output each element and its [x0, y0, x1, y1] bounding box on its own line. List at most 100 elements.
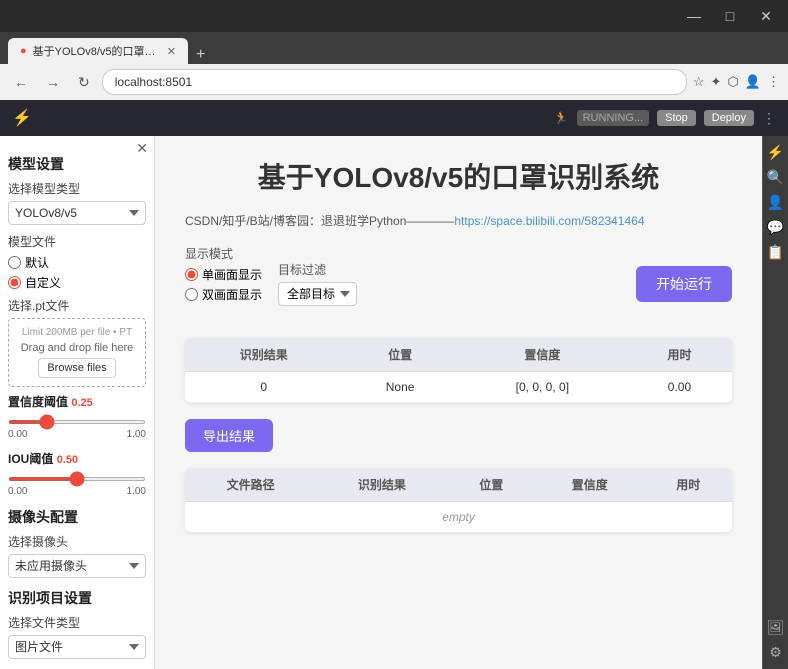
- running-badge: RUNNING...: [577, 110, 650, 126]
- row-confidence: 0.00: [627, 372, 732, 403]
- window-close-button[interactable]: ✕: [756, 8, 776, 25]
- iou-slider-section: IOU阈值 0.50 0.00 1.00: [8, 450, 146, 497]
- bilibili-link[interactable]: https://space.bilibili.com/582341464: [454, 214, 644, 228]
- confidence-slider[interactable]: [8, 420, 146, 424]
- confidence-label: 置信度阈值 0.25: [8, 393, 146, 410]
- confidence-slider-section: 置信度阈值 0.25 0.00 1.00: [8, 393, 146, 440]
- col-time: 用时: [627, 338, 732, 372]
- file-type-select[interactable]: 图片文件: [8, 635, 146, 659]
- refresh-button[interactable]: ↻: [72, 72, 96, 93]
- iou-value: 0.50: [57, 454, 78, 466]
- maximize-button[interactable]: □: [720, 8, 740, 24]
- file-col-result: 识别结果: [316, 468, 447, 502]
- sidebar-icon-3[interactable]: 👤: [767, 194, 784, 211]
- browser-sidebar-right: ⚡ 🔍 👤 💬 📋 🖼 ⚙: [762, 136, 788, 669]
- select-pt-label: 选择.pt文件: [8, 297, 146, 314]
- top-controls: 显示模式 单画面显示 双画面显示 目标过滤: [185, 245, 732, 322]
- tab-label: 基于YOLOv8/v5的口罩识别别系统: [33, 43, 161, 59]
- back-button[interactable]: ←: [8, 72, 34, 92]
- left-panel: ✕ 模型设置 选择模型类型 YOLOv8/v5 模型文件 默认 自定义 选择.p…: [0, 136, 155, 669]
- tab-strip: ● 基于YOLOv8/v5的口罩识别别系统 ✕ +: [0, 32, 788, 64]
- iou-slider[interactable]: [8, 477, 146, 481]
- overflow-icon[interactable]: ⋮: [762, 110, 776, 127]
- file-table-empty-row: empty: [185, 502, 732, 533]
- model-file-radio-group: 默认 自定义: [8, 254, 146, 291]
- col-result: 识别结果: [185, 338, 343, 372]
- sidebar-icon-2[interactable]: 🔍: [767, 169, 784, 186]
- file-table-empty: empty: [185, 502, 732, 533]
- sidebar-icon-bottom-1[interactable]: 🖼: [767, 619, 785, 636]
- start-button[interactable]: 开始运行: [636, 266, 732, 302]
- menu-icon[interactable]: ⋮: [767, 74, 780, 90]
- title-bar: — □ ✕: [0, 0, 788, 32]
- model-type-select[interactable]: YOLOv8/v5: [8, 201, 146, 225]
- camera-label: 选择摄像头: [8, 533, 146, 550]
- sidebar-icon-1[interactable]: ⚡: [767, 144, 784, 161]
- app-title: 基于YOLOv8/v5的口罩识别系统: [185, 156, 732, 196]
- nav-icons: ☆ ✦ ⬡ 👤 ⋮: [693, 74, 780, 90]
- col-confidence: 置信度: [458, 338, 627, 372]
- browse-files-button[interactable]: Browse files: [38, 358, 115, 378]
- camera-select[interactable]: 未应用摄像头: [8, 554, 146, 578]
- col-position: 位置: [343, 338, 458, 372]
- model-settings-title: 模型设置: [8, 154, 146, 174]
- dual-mode-radio[interactable]: 双画面显示: [185, 286, 262, 303]
- confidence-value: 0.25: [71, 397, 92, 409]
- extension-icon[interactable]: ⬡: [727, 74, 738, 90]
- row-result: None: [343, 372, 458, 403]
- forward-button[interactable]: →: [40, 72, 66, 92]
- tab-close-icon[interactable]: ✕: [167, 45, 176, 58]
- file-col-path: 文件路径: [185, 468, 316, 502]
- iou-slider-container: [8, 469, 146, 484]
- file-table: 文件路径 识别结果 位置 置信度 用时 empty: [185, 468, 732, 532]
- browser-content: ✕ 模型设置 选择模型类型 YOLOv8/v5 模型文件 默认 自定义 选择.p…: [0, 136, 788, 669]
- confidence-bounds: 0.00 1.00: [8, 429, 146, 440]
- file-col-time: 用时: [644, 468, 732, 502]
- profile-icon[interactable]: 👤: [745, 74, 761, 90]
- result-table: 识别结果 位置 置信度 用时 0 None [0, 0, 0, 0] 0.00: [185, 338, 732, 403]
- file-type-label: 选择文件类型: [8, 614, 146, 631]
- stop-button[interactable]: Stop: [657, 110, 696, 126]
- iou-label: IOU阈值 0.50: [8, 450, 146, 467]
- display-mode-label: 显示模式: [185, 245, 262, 262]
- sidebar-icon-bottom-2[interactable]: ⚙: [769, 644, 782, 661]
- sidebar-icon-4[interactable]: 💬: [767, 219, 784, 236]
- model-type-label: 选择模型类型: [8, 180, 146, 197]
- deploy-button[interactable]: Deploy: [704, 110, 754, 126]
- export-button[interactable]: 导出结果: [185, 419, 273, 452]
- confidence-slider-container: [8, 412, 146, 427]
- default-radio[interactable]: 默认: [8, 254, 146, 271]
- nav-bar: ← → ↻ ☆ ✦ ⬡ 👤 ⋮: [0, 64, 788, 100]
- streamlit-controls: 🏃 RUNNING... Stop Deploy ⋮: [554, 110, 776, 127]
- file-col-position: 位置: [448, 468, 536, 502]
- browser-window: ● 基于YOLOv8/v5的口罩识别别系统 ✕ + ← → ↻ ☆ ✦ ⬡ 👤 …: [0, 32, 788, 669]
- person-icon: 🏃: [554, 111, 569, 125]
- streamlit-logo: ⚡: [12, 108, 32, 128]
- iou-bounds: 0.00 1.00: [8, 486, 146, 497]
- filter-group: 目标过滤 全部目标: [278, 261, 357, 306]
- panel-close-button[interactable]: ✕: [136, 140, 148, 157]
- drop-text: Drag and drop file here: [17, 342, 137, 354]
- link-line: CSDN/知乎/B站/博客园：退退班学Python————https://spa…: [185, 212, 732, 229]
- single-mode-radio[interactable]: 单画面显示: [185, 266, 262, 283]
- sidebar-icon-5[interactable]: 📋: [767, 244, 784, 261]
- row-index: 0: [185, 372, 343, 403]
- project-title: 识别项目设置: [8, 588, 146, 608]
- filter-label: 目标过滤: [278, 261, 357, 278]
- camera-title: 摄像头配置: [8, 507, 146, 527]
- address-bar[interactable]: [102, 69, 687, 95]
- mode-group: 显示模式 单画面显示 双画面显示: [185, 245, 262, 306]
- drop-limit: Limit 200MB per file • PT: [17, 327, 137, 338]
- minimize-button[interactable]: —: [684, 8, 704, 24]
- browser-tab[interactable]: ● 基于YOLOv8/v5的口罩识别别系统 ✕: [8, 38, 188, 64]
- model-file-label: 模型文件: [8, 233, 146, 250]
- main-content: 基于YOLOv8/v5的口罩识别系统 CSDN/知乎/B站/博客园：退退班学Py…: [155, 136, 762, 669]
- drop-zone[interactable]: Limit 200MB per file • PT Drag and drop …: [8, 318, 146, 387]
- star-icon[interactable]: ✦: [711, 74, 722, 90]
- custom-radio[interactable]: 自定义: [8, 274, 146, 291]
- bookmark-icon[interactable]: ☆: [693, 74, 705, 90]
- file-col-confidence: 置信度: [535, 468, 644, 502]
- filter-select[interactable]: 全部目标: [278, 282, 357, 306]
- new-tab-button[interactable]: +: [188, 46, 213, 64]
- table-row: 0 None [0, 0, 0, 0] 0.00: [185, 372, 732, 403]
